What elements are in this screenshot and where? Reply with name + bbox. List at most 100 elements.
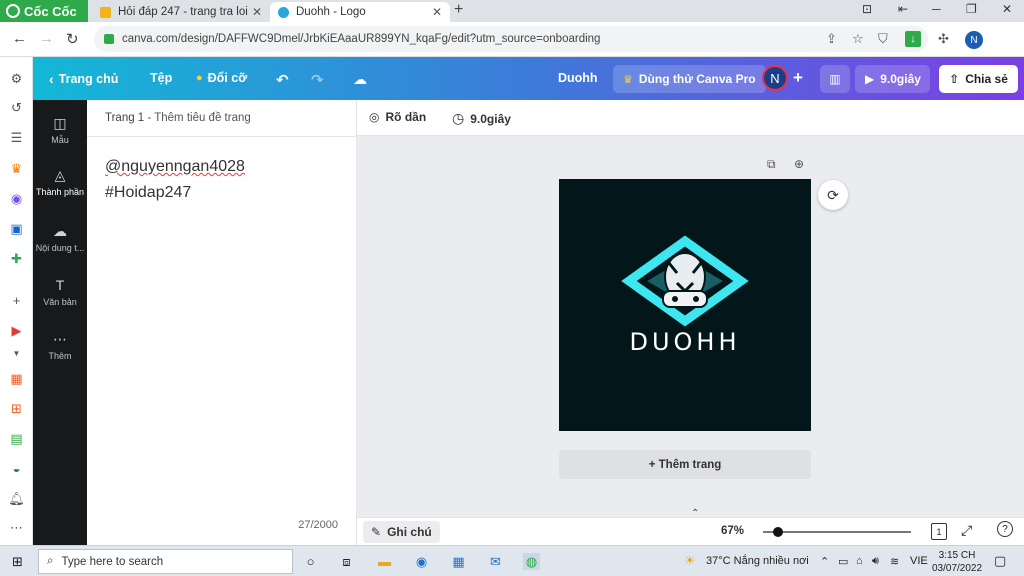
close-window-icon[interactable]: ✕ [1002,2,1012,16]
calendar-icon[interactable]: ▤ [8,430,25,447]
more-dots-icon[interactable]: ⋯ [8,519,25,536]
hat-icon[interactable]: ◒ [8,460,25,477]
zalo-icon[interactable]: ▣ [8,220,25,237]
rail-item-templates[interactable]: ◫ Mẫu [33,114,87,146]
rail-item-text[interactable]: T Văn bản [33,276,87,307]
minimize-icon[interactable]: ─ [932,2,941,16]
add-collaborator-icon[interactable]: + [793,68,803,88]
url-field[interactable]: canva.com/design/DAFFWC9Dmel/JrbKiEAaaUR… [94,26,928,52]
cortana-icon[interactable]: ○ [302,553,319,570]
undo-icon[interactable]: ↶ [276,71,289,89]
user-avatar[interactable]: N [762,65,788,91]
back-history-icon[interactable]: ⇤ [898,2,908,16]
fullscreen-icon[interactable]: ⤢ [961,522,972,539]
close-icon[interactable]: ✕ [252,5,262,19]
site-secure-icon [104,34,114,44]
language-indicator[interactable]: VIE [910,555,928,567]
search-tabs-icon[interactable]: ⊡ [862,2,872,16]
add-page-button[interactable]: + Thêm trang [559,450,811,479]
resize-button[interactable]: ● Đổi cỡ [196,71,247,85]
home-button[interactable]: ‹ Trang chủ [49,71,118,87]
coccoc-brand[interactable]: Cốc Cốc [0,0,88,22]
settings-gear-icon[interactable]: ⚙ [8,70,25,87]
url-text: canva.com/design/DAFFWC9Dmel/JrbKiEAaaUR… [122,33,601,45]
tab-hoidap247[interactable]: Hỏi đáp 247 - trang tra loi ✕ [92,2,270,22]
bookmark-star-icon[interactable]: ☆ [852,31,864,47]
edge-icon[interactable]: ◉ [413,553,430,570]
present-label: 9.0giây [880,72,921,86]
shopping-77-icon[interactable]: ▦ [8,370,25,387]
back-icon[interactable]: ← [12,30,27,47]
page-title-field[interactable]: Trang 1 - Thêm tiêu đề trang [105,112,251,124]
volume-icon[interactable]: 🔊︎ [872,555,879,568]
extensions-puzzle-icon[interactable]: ✣ [938,31,949,47]
cloud-saved-icon[interactable]: ☁ [353,71,367,88]
crown-icon[interactable]: ♛ [8,160,25,177]
browser-profile-avatar[interactable]: N [965,31,983,49]
zoom-slider-track[interactable] [763,531,911,533]
text-icon: T [55,277,65,293]
weather-text[interactable]: 37°C Nắng nhiều nơi [706,555,809,567]
taskbar-clock[interactable]: 3:15 CH 03/07/2022 [932,549,982,575]
design-title[interactable]: Duohh [558,71,598,85]
regenerate-comment-icon[interactable]: ⟳ [818,180,848,210]
download-icon[interactable]: ↓ [905,31,921,47]
try-canva-pro-button[interactable]: ♛ Dùng thử Canva Pro [613,65,766,93]
mail-icon[interactable]: ✉ [487,553,504,570]
present-button[interactable]: ▶ 9.0giây [855,65,930,93]
gamepad-icon[interactable]: ✚ [8,250,25,267]
notes-button[interactable]: ✎ Ghi chú [363,521,440,543]
chevron-up-icon[interactable]: ⌃ [691,508,699,519]
chevron-down-icon[interactable]: ▼ [8,345,25,362]
forward-icon[interactable]: → [39,30,54,47]
animation-effect-button[interactable]: ◎ Rõ dần [369,110,426,124]
add-page-icon[interactable]: ⊕ [794,157,804,171]
share-button[interactable]: ⇧ Chia sẻ [939,65,1018,93]
tab-duohh-logo[interactable]: Duohh - Logo ✕ [270,2,450,22]
help-icon[interactable]: ? [997,521,1013,537]
rail-item-elements[interactable]: ◬ Thành phần [33,166,87,198]
taskbar-search-input[interactable]: ⌕ Type here to search [38,549,293,574]
reading-list-icon[interactable]: ☰ [8,129,25,146]
tab-title: Hỏi đáp 247 - trang tra loi [118,6,248,18]
page-number-button[interactable]: 1 [931,523,947,540]
rail-item-more[interactable]: ⋯ Thêm [33,330,87,362]
close-icon[interactable]: ✕ [432,5,442,19]
share-page-icon[interactable]: ⇪ [826,31,837,47]
resize-label: Đổi cỡ [207,71,248,85]
youtube-icon[interactable]: ▶ [8,322,25,339]
reload-icon[interactable]: ↻ [66,30,79,48]
page-duration-button[interactable]: ◷ 9.0giây [452,110,511,127]
battery-icon[interactable]: ▭ [838,555,848,568]
new-tab-icon[interactable]: + [454,1,463,19]
design-canvas[interactable]: DUOHH [559,179,811,431]
store-icon[interactable]: ▦ [450,553,467,570]
duplicate-page-icon[interactable]: ⧉ [767,157,776,172]
notification-center-icon[interactable]: ▢ [994,553,1006,569]
history-icon[interactable]: ↺ [8,99,25,116]
shield-icon[interactable]: ⛉ [878,31,888,47]
insights-chart-icon[interactable]: ▥ [820,65,850,93]
char-count: 27/2000 [298,519,338,531]
rail-item-uploads[interactable]: ☁ Nội dung t... [33,222,87,254]
notification-bell-icon[interactable]: 🔔︎ [8,490,25,507]
redo-icon[interactable]: ↷ [311,71,324,89]
coccoc-taskbar-icon[interactable]: ◍ [523,553,540,570]
chevron-left-icon: ‹ [49,71,54,87]
coupon-icon[interactable]: ⊞ [8,400,25,417]
windows-start-icon[interactable]: ⊞ [9,553,26,570]
file-explorer-icon[interactable]: ▬ [376,553,393,570]
wifi-icon[interactable]: ≋ [890,555,899,568]
tray-chevron-icon[interactable]: ⌃ [820,555,829,568]
zoom-slider-handle[interactable] [772,527,783,537]
restore-icon[interactable]: ❐ [966,2,977,16]
notes-line[interactable]: @nguyenngan4028 [105,158,245,176]
logo-wordmark[interactable]: DUOHH [559,328,811,356]
messenger-icon[interactable]: ◉ [8,190,25,207]
file-menu-button[interactable]: Tệp [150,71,172,85]
zoom-level[interactable]: 67% [721,525,744,537]
notes-line[interactable]: #Hoidap247 [105,184,191,202]
task-view-icon[interactable]: ⧈ [338,553,355,570]
network-icon[interactable]: ⌂ [856,555,863,567]
add-sidebar-icon[interactable]: + [8,292,25,309]
